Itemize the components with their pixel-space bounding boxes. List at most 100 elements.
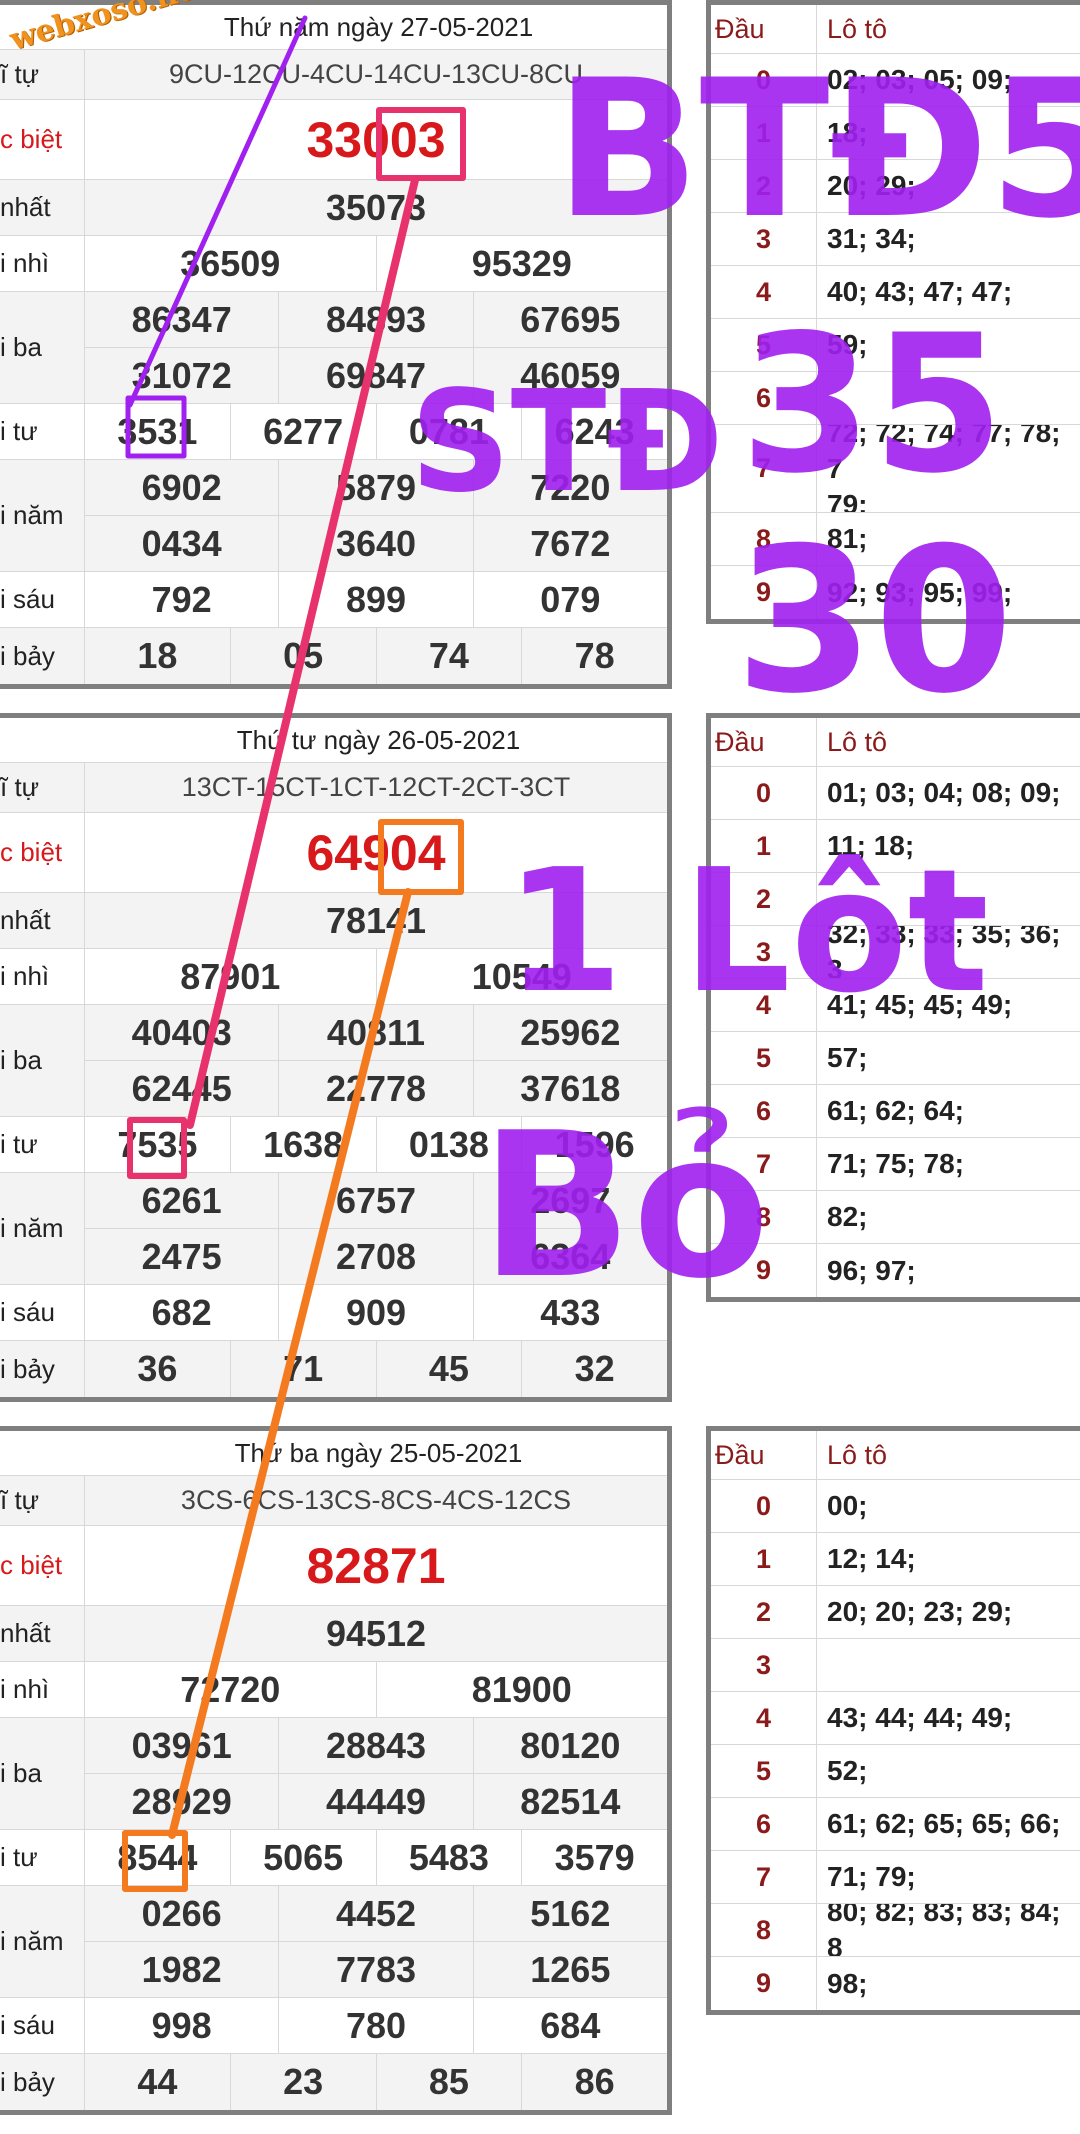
row-label: i bảy: [0, 2054, 85, 2110]
row-label: i nhì: [0, 949, 85, 1004]
prize-number: 3531: [117, 410, 198, 452]
prize-number: 3579: [521, 1830, 667, 1885]
row-third: i ba 86347 84893 67695 31072 69847 46059: [0, 292, 667, 404]
row-special: c biệt 64904: [0, 813, 667, 893]
row-first: nhất 35073: [0, 180, 667, 236]
loto-values: 72; 72; 74; 77; 78; 7 79;: [827, 425, 1061, 512]
prize-number: 84893: [278, 292, 472, 347]
loto-values: 11; 18;: [827, 830, 915, 861]
row-label: i năm: [0, 460, 85, 571]
prize-number: 5483: [375, 1830, 522, 1885]
prize-number: 684: [472, 1998, 667, 2053]
first-prize: 94512: [325, 1612, 427, 1654]
prize-number: 67695: [472, 292, 667, 347]
loto-values-label: Lô tô: [827, 13, 888, 44]
row-label: i nhì: [0, 1662, 85, 1717]
prize-number: 85: [375, 2054, 522, 2110]
loto-values: 61; 62; 65; 65; 66;: [827, 1808, 1061, 1839]
prize-number: 2697: [472, 1173, 667, 1228]
loto-head-digit: 3: [711, 1639, 817, 1691]
row-seventh: i bảy 36 71 45 32: [0, 1341, 667, 1397]
prize-number: 05: [229, 628, 376, 684]
row-codes: ĩ tự 3CS-6CS-13CS-8CS-4CS-12CS: [0, 1476, 667, 1526]
row-label: c biệt: [0, 100, 85, 179]
prize-number: 40811: [278, 1005, 472, 1060]
row-label: i ba: [0, 292, 85, 403]
row-label: i tư: [0, 1830, 85, 1885]
prize-number: 433: [472, 1285, 667, 1340]
prize-number: 28843: [278, 1718, 472, 1773]
loto-values: 02; 03; 05; 09;: [827, 64, 1013, 95]
row-special: c biệt 33003: [0, 100, 667, 180]
prize-number: 44449: [278, 1774, 472, 1829]
prize-number: 079: [472, 572, 667, 627]
loto-values: 71; 79;: [827, 1861, 916, 1892]
prize-number: 6261: [141, 1179, 222, 1221]
loto-values: 80; 82; 83; 83; 84; 8: [827, 1904, 1069, 1956]
draw-date: Thứ ba ngày 25-05-2021: [0, 1431, 667, 1476]
prize-number: 40403: [131, 1011, 232, 1053]
row-label: i bảy: [0, 1341, 85, 1397]
prize-number: 7535: [117, 1123, 198, 1165]
loto-head-digit: 1: [711, 820, 817, 872]
results-table: Thứ tư ngày 26-05-2021 ĩ tự 13CT-15CT-1C…: [0, 713, 672, 1402]
loto-head-digit: 5: [711, 1032, 817, 1084]
prize-number: 10549: [375, 949, 668, 1004]
draw-codes: 13CT-15CT-1CT-12CT-2CT-3CT: [181, 772, 571, 802]
loto-values: 01; 03; 04; 08; 09;: [827, 777, 1061, 808]
prize-number: 0138: [375, 1117, 522, 1172]
loto-values: 98;: [827, 1967, 868, 1999]
prize-number: 45: [375, 1341, 522, 1397]
row-fourth: i tư 8544 5065 5483 3579: [0, 1830, 667, 1886]
loto-head-digit: 4: [711, 979, 817, 1031]
loto-head-digit: 7: [711, 425, 817, 512]
prize-number: 2708: [278, 1229, 472, 1284]
prize-number: 74: [375, 628, 522, 684]
prize-number: 22778: [278, 1061, 472, 1116]
prize-number: 28929: [131, 1780, 232, 1822]
prize-number: 6277: [229, 404, 376, 459]
special-prize: 82871: [306, 1537, 446, 1594]
prize-number: 72720: [180, 1668, 281, 1710]
prize-number: 6757: [278, 1173, 472, 1228]
loto-values: 20; 20; 23; 29;: [827, 1596, 1013, 1627]
prize-number: 6902: [141, 466, 222, 508]
loto-values: 82;: [827, 1201, 868, 1232]
special-prize: 33003: [306, 111, 446, 168]
prize-number: 80120: [472, 1718, 667, 1773]
row-sixth: i sáu 682 909 433: [0, 1285, 667, 1341]
prize-number: 5065: [229, 1830, 376, 1885]
loto-head-digit: 1: [711, 107, 817, 159]
loto-values: 52;: [827, 1755, 868, 1786]
row-label: c biệt: [0, 1526, 85, 1605]
prize-number: 5879: [278, 460, 472, 515]
row-sixth: i sáu 792 899 079: [0, 572, 667, 628]
loto-head-digit: 8: [711, 1191, 817, 1243]
loto-values: 40; 43; 47; 47;: [827, 276, 1013, 307]
loto-table: Đầu Lô tô 0 02; 03; 05; 09; 1 18; 2 20; 29; …: [706, 0, 1080, 624]
loto-values: 71; 75; 78;: [827, 1148, 964, 1179]
row-fourth: i tư 7535 1638 0138 1596: [0, 1117, 667, 1173]
prize-number: 25962: [472, 1005, 667, 1060]
prize-number: 899: [278, 572, 472, 627]
draw-codes: 3CS-6CS-13CS-8CS-4CS-12CS: [180, 1485, 572, 1515]
row-fifth: i năm 0266 4452 5162 1982 7783 1265: [0, 1886, 667, 1998]
prize-number: 69847: [278, 348, 472, 403]
loto-values: 00;: [827, 1490, 868, 1521]
results-table: Thứ ba ngày 25-05-2021 ĩ tự 3CS-6CS-13CS…: [0, 1426, 672, 2115]
prize-number: 1265: [472, 1942, 667, 1997]
prize-number: 78: [521, 628, 667, 684]
prize-number: 37618: [472, 1061, 667, 1116]
loto-head-digit: 3: [711, 926, 817, 978]
prize-number: 5162: [472, 1886, 667, 1941]
loto-values: 20; 29;: [827, 170, 916, 201]
row-special: c biệt 82871: [0, 1526, 667, 1606]
loto-values: 12; 14;: [827, 1543, 916, 1574]
prize-number: 0266: [141, 1892, 222, 1934]
loto-head-label: Đầu: [711, 718, 817, 766]
prize-number: 32: [521, 1341, 667, 1397]
prize-number: 36: [137, 1348, 178, 1389]
prize-number: 8544: [117, 1836, 198, 1878]
prize-number: 46059: [472, 348, 667, 403]
loto-head-digit: 7: [711, 1138, 817, 1190]
